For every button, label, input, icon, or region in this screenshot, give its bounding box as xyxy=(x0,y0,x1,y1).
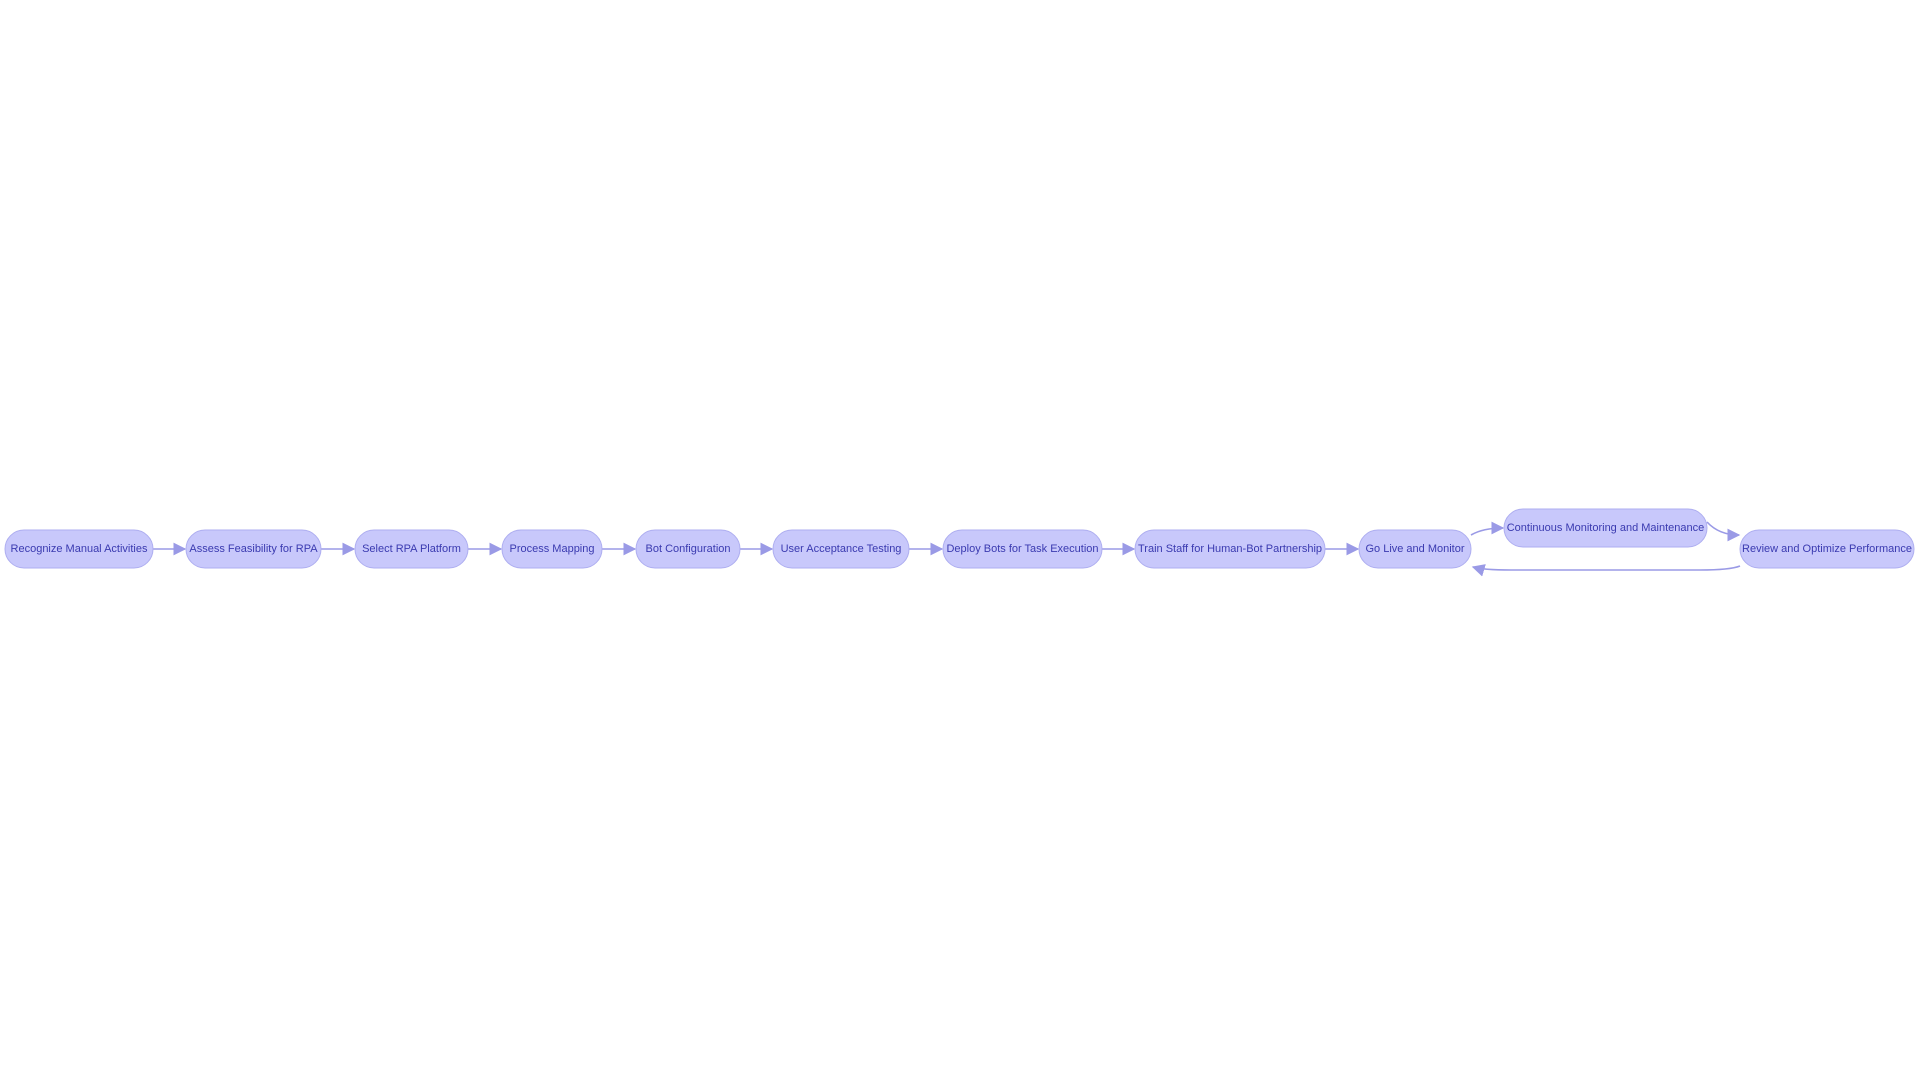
edge-n9-n10 xyxy=(1470,521,1505,536)
node-n6: User Acceptance Testing xyxy=(772,529,910,569)
node-label: Train Staff for Human-Bot Partnership xyxy=(1138,543,1322,555)
node-n8: Train Staff for Human-Bot Partnership xyxy=(1134,529,1326,569)
node-n7: Deploy Bots for Task Execution xyxy=(942,529,1103,569)
node-n5: Bot Configuration xyxy=(635,529,741,569)
node-label: Review and Optimize Performance xyxy=(1742,543,1912,555)
node-n11: Review and Optimize Performance xyxy=(1739,529,1915,569)
node-label: Deploy Bots for Task Execution xyxy=(946,543,1098,555)
node-n4: Process Mapping xyxy=(501,529,603,569)
node-n10: Continuous Monitoring and Maintenance xyxy=(1503,508,1708,548)
node-label: Select RPA Platform xyxy=(362,543,461,555)
node-n3: Select RPA Platform xyxy=(354,529,469,569)
node-label: Go Live and Monitor xyxy=(1365,543,1464,555)
node-label: Process Mapping xyxy=(510,543,595,555)
node-n9: Go Live and Monitor xyxy=(1358,529,1472,569)
node-n1: Recognize Manual Activities xyxy=(4,529,154,569)
node-label: Recognize Manual Activities xyxy=(11,543,148,555)
edge-n11-n9 xyxy=(1471,564,1741,577)
node-label: User Acceptance Testing xyxy=(781,543,902,555)
node-label: Bot Configuration xyxy=(646,543,731,555)
edge-n10-n11 xyxy=(1706,521,1741,542)
node-label: Assess Feasibility for RPA xyxy=(189,543,318,555)
node-n2: Assess Feasibility for RPA xyxy=(185,529,322,569)
node-label: Continuous Monitoring and Maintenance xyxy=(1507,522,1705,534)
flowchart: Recognize Manual Activities Assess Feasib… xyxy=(4,508,1915,577)
